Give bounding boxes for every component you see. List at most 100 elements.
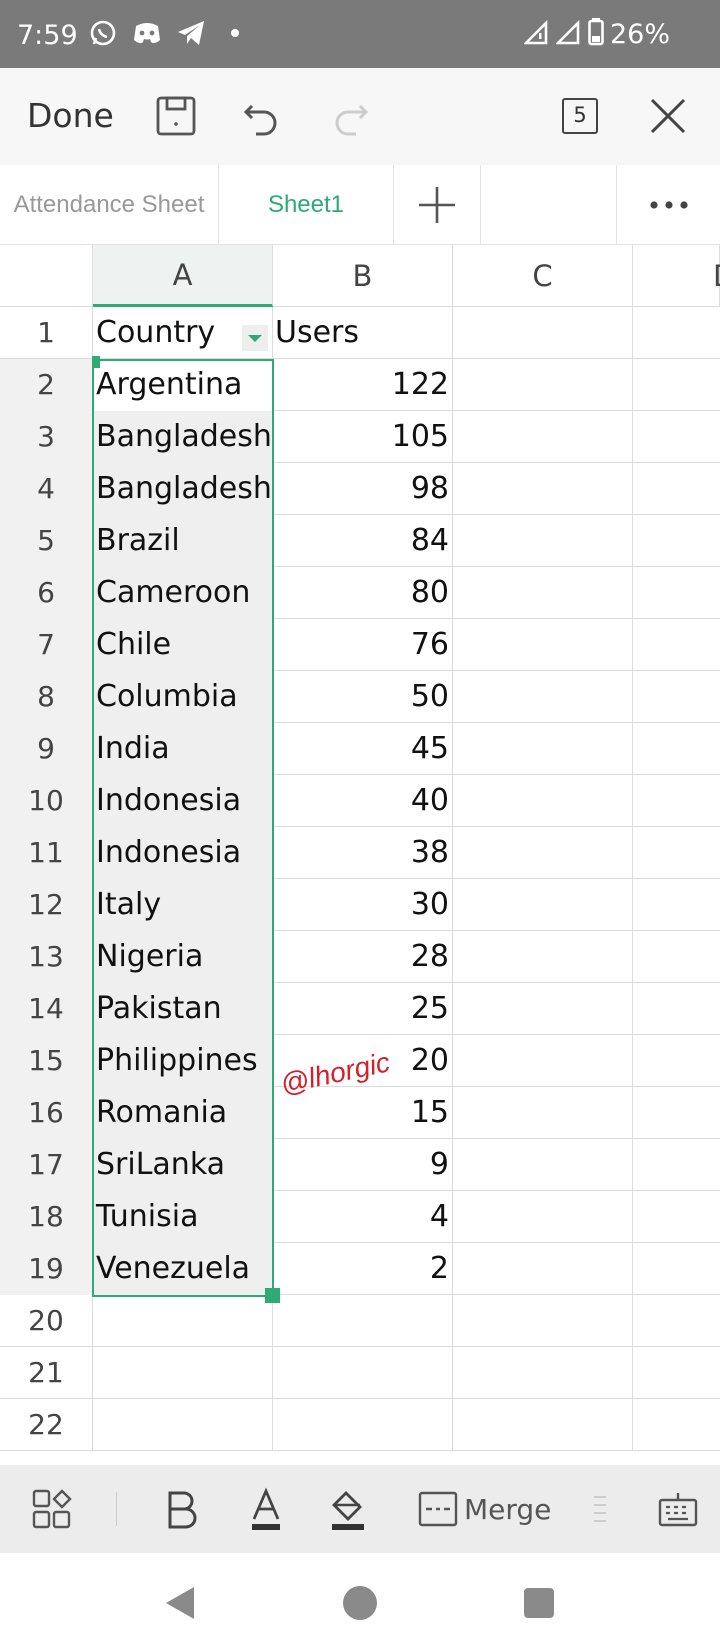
cell-b[interactable]: 4 bbox=[273, 1191, 453, 1243]
font-color-icon[interactable] bbox=[242, 1483, 290, 1535]
cell-d[interactable] bbox=[633, 1139, 720, 1191]
select-all-corner[interactable] bbox=[0, 245, 93, 307]
cell-b[interactable]: 45 bbox=[273, 723, 453, 775]
row-number[interactable]: 3 bbox=[0, 411, 93, 463]
cell-c[interactable] bbox=[453, 931, 633, 983]
selection-handle-bottom[interactable] bbox=[265, 1288, 280, 1303]
cell-c[interactable] bbox=[453, 1295, 633, 1347]
cell-b[interactable]: 9 bbox=[273, 1139, 453, 1191]
row-number[interactable]: 12 bbox=[0, 879, 93, 931]
cell-c[interactable] bbox=[453, 723, 633, 775]
cell-d[interactable] bbox=[633, 567, 720, 619]
cell-d[interactable] bbox=[633, 1347, 720, 1399]
cell-a[interactable]: Italy bbox=[93, 879, 273, 931]
cell-b[interactable] bbox=[273, 1399, 453, 1451]
cell-c[interactable] bbox=[453, 1243, 633, 1295]
cell-c[interactable] bbox=[453, 1087, 633, 1139]
cell-b[interactable]: 28 bbox=[273, 931, 453, 983]
cell-b[interactable]: 2 bbox=[273, 1243, 453, 1295]
cell-c[interactable] bbox=[453, 463, 633, 515]
cell-a[interactable]: Chile bbox=[93, 619, 273, 671]
cell-a[interactable]: Tunisia bbox=[93, 1191, 273, 1243]
recents-icon[interactable] bbox=[519, 1583, 559, 1623]
filter-dropdown-icon[interactable] bbox=[242, 325, 268, 351]
row-number[interactable]: 6 bbox=[0, 567, 93, 619]
cell-c[interactable] bbox=[453, 879, 633, 931]
cell-d[interactable] bbox=[633, 723, 720, 775]
undo-icon[interactable] bbox=[238, 92, 286, 140]
cell-a[interactable]: Venezuela bbox=[93, 1243, 273, 1295]
cell-d[interactable] bbox=[633, 1399, 720, 1451]
cell-c[interactable] bbox=[453, 1191, 633, 1243]
cell-a[interactable] bbox=[93, 1295, 273, 1347]
cell-c[interactable] bbox=[453, 671, 633, 723]
cell-c[interactable] bbox=[453, 1035, 633, 1087]
tab-attendance-sheet[interactable]: Attendance Sheet bbox=[0, 165, 219, 245]
more-options-button[interactable] bbox=[617, 165, 720, 245]
cell-a[interactable]: Bangladesh bbox=[93, 411, 273, 463]
cell-d[interactable] bbox=[633, 879, 720, 931]
cell-a[interactable]: Brazil bbox=[93, 515, 273, 567]
row-number[interactable]: 4 bbox=[0, 463, 93, 515]
cell-b[interactable]: Users bbox=[273, 307, 453, 359]
cell-c[interactable] bbox=[453, 775, 633, 827]
cell-a[interactable]: India bbox=[93, 723, 273, 775]
row-number[interactable]: 19 bbox=[0, 1243, 93, 1295]
bold-icon[interactable] bbox=[158, 1483, 206, 1535]
done-button[interactable]: Done bbox=[27, 96, 114, 135]
cell-d[interactable] bbox=[633, 359, 720, 411]
keyboard-icon[interactable] bbox=[656, 1483, 700, 1535]
cell-c[interactable] bbox=[453, 619, 633, 671]
cell-b[interactable]: 80 bbox=[273, 567, 453, 619]
cell-a[interactable]: Indonesia bbox=[93, 775, 273, 827]
row-number[interactable]: 14 bbox=[0, 983, 93, 1035]
cell-b[interactable] bbox=[273, 1295, 453, 1347]
redo-icon[interactable] bbox=[326, 92, 374, 140]
cell-d[interactable] bbox=[633, 307, 720, 359]
row-number[interactable]: 9 bbox=[0, 723, 93, 775]
column-header-a[interactable]: A bbox=[93, 245, 273, 307]
selection-handle-top[interactable] bbox=[92, 356, 100, 368]
cell-b[interactable]: 40 bbox=[273, 775, 453, 827]
row-number[interactable]: 16 bbox=[0, 1087, 93, 1139]
cell-d[interactable] bbox=[633, 1295, 720, 1347]
row-number[interactable]: 18 bbox=[0, 1191, 93, 1243]
cell-d[interactable] bbox=[633, 1035, 720, 1087]
merge-button[interactable]: Merge bbox=[418, 1483, 578, 1535]
cell-d[interactable] bbox=[633, 671, 720, 723]
row-number[interactable]: 15 bbox=[0, 1035, 93, 1087]
row-number[interactable]: 2 bbox=[0, 359, 93, 411]
column-header-c[interactable]: C bbox=[453, 245, 633, 307]
row-number[interactable]: 13 bbox=[0, 931, 93, 983]
row-number[interactable]: 21 bbox=[0, 1347, 93, 1399]
add-sheet-button[interactable] bbox=[394, 165, 481, 245]
cell-d[interactable] bbox=[633, 931, 720, 983]
cell-a[interactable]: Columbia bbox=[93, 671, 273, 723]
row-number[interactable]: 8 bbox=[0, 671, 93, 723]
cell-d[interactable] bbox=[633, 983, 720, 1035]
cell-a[interactable]: Indonesia bbox=[93, 827, 273, 879]
row-number[interactable]: 17 bbox=[0, 1139, 93, 1191]
cell-c[interactable] bbox=[453, 827, 633, 879]
cell-d[interactable] bbox=[633, 515, 720, 567]
cell-c[interactable] bbox=[453, 1139, 633, 1191]
row-number[interactable]: 20 bbox=[0, 1295, 93, 1347]
cell-b[interactable]: 84 bbox=[273, 515, 453, 567]
cell-a[interactable] bbox=[93, 1347, 273, 1399]
cell-c[interactable] bbox=[453, 515, 633, 567]
column-header-b[interactable]: B bbox=[273, 245, 453, 307]
cell-d[interactable] bbox=[633, 775, 720, 827]
cell-b[interactable]: 105 bbox=[273, 411, 453, 463]
row-number[interactable]: 10 bbox=[0, 775, 93, 827]
cell-a[interactable]: SriLanka bbox=[93, 1139, 273, 1191]
cell-a[interactable]: Cameroon bbox=[93, 567, 273, 619]
cell-a[interactable]: Pakistan bbox=[93, 983, 273, 1035]
cell-c[interactable] bbox=[453, 567, 633, 619]
cell-a[interactable]: Nigeria bbox=[93, 931, 273, 983]
cell-a[interactable]: Romania bbox=[93, 1087, 273, 1139]
save-icon[interactable] bbox=[152, 92, 200, 140]
back-icon[interactable] bbox=[160, 1583, 200, 1623]
cell-c[interactable] bbox=[453, 359, 633, 411]
cell-b[interactable]: 76 bbox=[273, 619, 453, 671]
cell-d[interactable] bbox=[633, 827, 720, 879]
